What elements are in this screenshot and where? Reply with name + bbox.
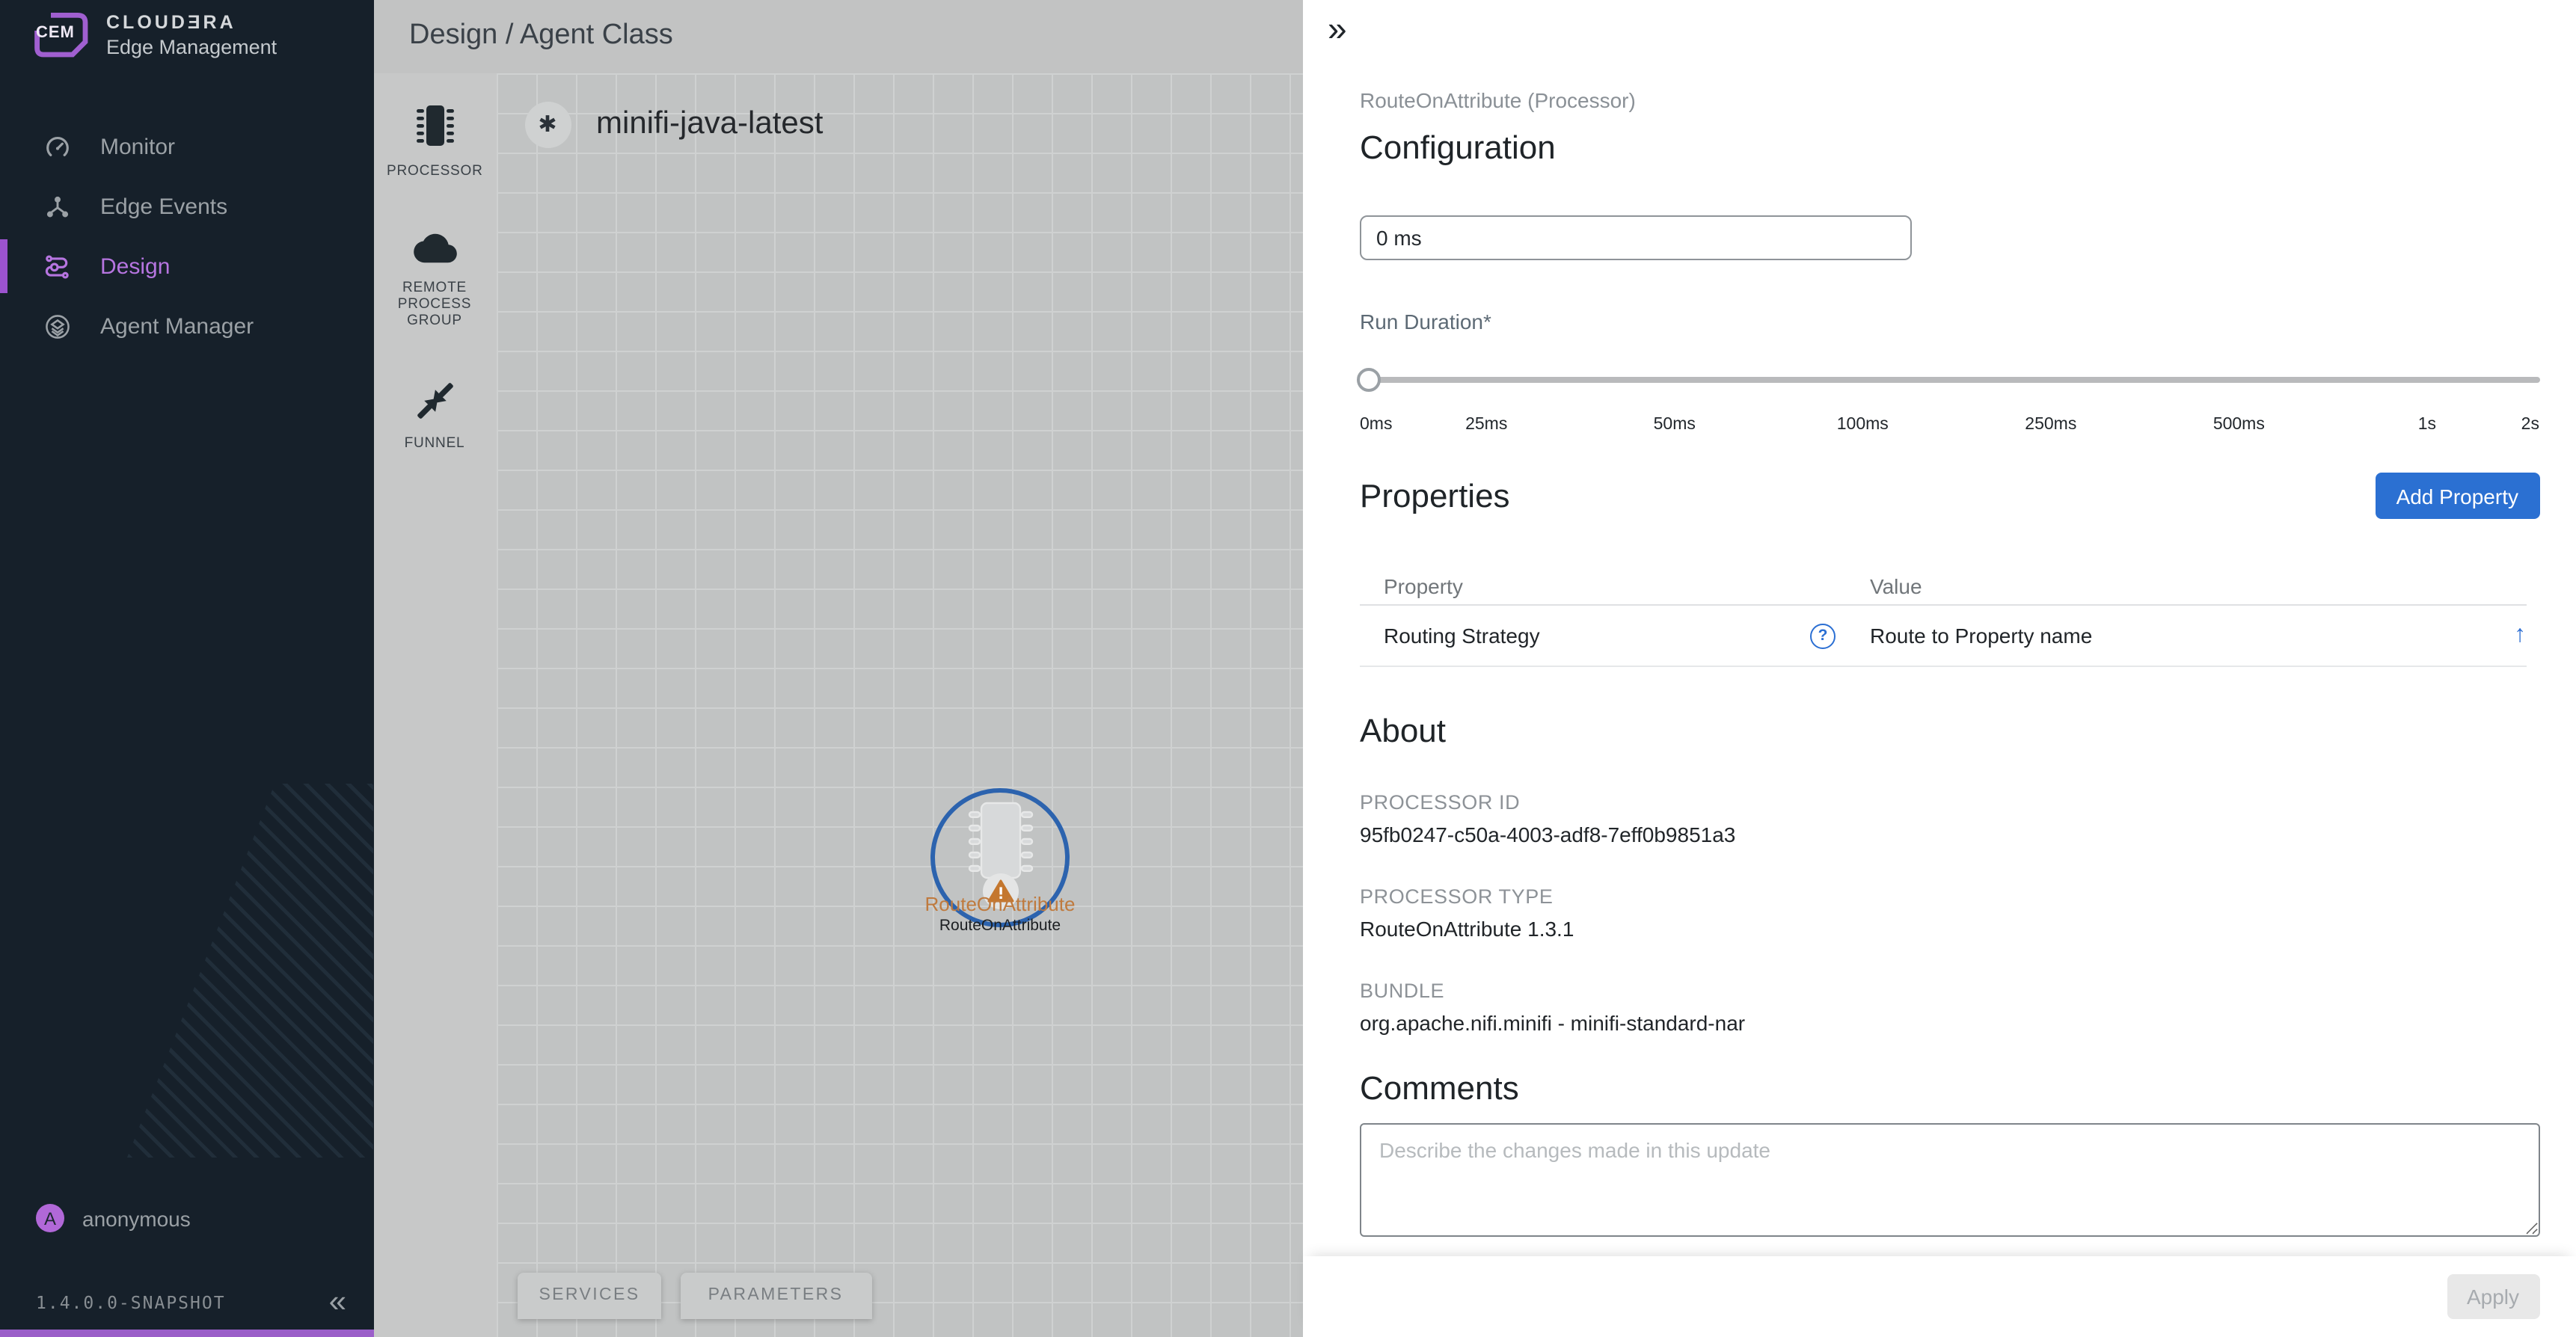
column-header-value: Value xyxy=(1846,574,2475,597)
about-field-processor-id: PROCESSOR ID 95fb0247-c50a-4003-adf8-7ef… xyxy=(1360,790,2539,848)
run-duration-label: Run Duration* xyxy=(1360,308,2539,335)
move-up-icon[interactable]: ↑ xyxy=(2475,622,2526,649)
properties-table-header: Property Value xyxy=(1360,567,2526,606)
field-label: PROCESSOR ID xyxy=(1360,790,2539,815)
avatar: A xyxy=(36,1204,64,1232)
field-value: org.apache.nifi.minifi - minifi-standard… xyxy=(1360,1009,2539,1036)
active-indicator-bar xyxy=(0,239,7,293)
field-label: BUNDLE xyxy=(1360,978,2539,1003)
sidebar-item-label: Design xyxy=(100,253,170,279)
toolbar-item-remote-process-group[interactable]: REMOTE PROCESS GROUP xyxy=(373,230,496,328)
slider-knob[interactable] xyxy=(1357,368,1381,392)
app-logo: CEM CLOUDƎRA Edge Management xyxy=(33,12,277,58)
tick-label: 1s xyxy=(2333,413,2521,437)
about-heading: About xyxy=(1360,709,2539,754)
toolbar-item-funnel[interactable]: FUNNEL xyxy=(373,379,496,451)
toolbar-item-processor[interactable]: PROCESSOR xyxy=(373,101,496,179)
comments-heading: Comments xyxy=(1360,1066,2539,1111)
add-property-button[interactable]: Add Property xyxy=(2376,473,2539,519)
tab-parameters[interactable]: PARAMETERS xyxy=(680,1272,871,1318)
tab-services[interactable]: SERVICES xyxy=(518,1272,661,1318)
node-name-label: RouteOnAttribute xyxy=(895,916,1105,934)
toolbar-item-label: REMOTE PROCESS GROUP xyxy=(387,279,482,328)
about-field-processor-type: PROCESSOR TYPE RouteOnAttribute 1.3.1 xyxy=(1360,884,2539,942)
property-name-cell: Routing Strategy xyxy=(1360,624,1810,648)
brand-name: CLOUDƎRA xyxy=(106,12,277,33)
about-field-bundle: BUNDLE org.apache.nifi.minifi - minifi-s… xyxy=(1360,978,2539,1036)
sidebar-item-monitor[interactable]: Monitor xyxy=(0,117,373,176)
table-row[interactable]: Routing Strategy ? Route to Property nam… xyxy=(1360,606,2526,667)
slider-track[interactable] xyxy=(1360,377,2539,383)
field-label: PROCESSOR TYPE xyxy=(1360,884,2539,909)
sidebar-item-agent-manager[interactable]: Agent Manager xyxy=(0,296,373,356)
sidebar: CEM CLOUDƎRA Edge Management Monitor xyxy=(0,0,373,1337)
run-schedule-input[interactable] xyxy=(1360,215,1912,260)
tick-label: 500ms xyxy=(2145,413,2334,437)
tick-label: 2s xyxy=(2521,413,2539,437)
tick-label: 50ms xyxy=(1580,413,1769,437)
toolbar-item-label: FUNNEL xyxy=(387,434,482,451)
node-type-label: RouteOnAttribute xyxy=(895,892,1105,915)
sidebar-item-label: Monitor xyxy=(100,134,175,159)
user-name: anonymous xyxy=(82,1206,191,1230)
flow-title: minifi-java-latest xyxy=(596,106,823,142)
apply-button[interactable]: Apply xyxy=(2447,1274,2539,1319)
tick-label: 100ms xyxy=(1769,413,1957,437)
cloud-icon xyxy=(373,230,496,273)
processor-icon xyxy=(373,101,496,156)
design-icon xyxy=(43,252,72,280)
field-value: 95fb0247-c50a-4003-adf8-7eff0b9851a3 xyxy=(1360,821,2539,848)
funnel-icon xyxy=(373,379,496,428)
configuration-heading: Configuration xyxy=(1360,126,2539,170)
column-header-property: Property xyxy=(1360,574,1810,597)
panel-footer: Apply xyxy=(1302,1256,2576,1337)
app-window: CEM CLOUDƎRA Edge Management Monitor xyxy=(0,0,2576,1337)
property-value-cell[interactable]: Route to Property name xyxy=(1846,624,2475,648)
sidebar-item-edge-events[interactable]: Edge Events xyxy=(0,176,373,236)
cem-logo-text: CEM xyxy=(36,24,75,42)
edge-events-icon xyxy=(43,192,72,221)
sidebar-item-design[interactable]: Design xyxy=(0,236,373,296)
sidebar-item-label: Agent Manager xyxy=(100,313,254,339)
tick-label: 250ms xyxy=(1957,413,2145,437)
configuration-panel: » RouteOnAttribute (Processor) Configura… xyxy=(1302,0,2576,1337)
agent-manager-icon xyxy=(43,312,72,340)
help-icon[interactable]: ? xyxy=(1810,623,1836,648)
cem-logo-icon: CEM xyxy=(33,12,90,58)
toolbar-item-label: PROCESSOR xyxy=(387,162,482,179)
sidebar-stripe-decoration xyxy=(127,784,373,1158)
sidebar-collapse-icon[interactable]: « xyxy=(329,1289,346,1316)
sidebar-item-label: Edge Events xyxy=(100,194,227,219)
version-label: 1.4.0.0-SNAPSHOT xyxy=(36,1292,226,1313)
flow-canvas[interactable]: ✱ minifi-java-latest xyxy=(496,73,1302,1337)
flow-status-badge[interactable]: ✱ xyxy=(524,101,571,147)
properties-table: Property Value Routing Strategy ? Route … xyxy=(1360,567,2526,667)
brand-product: Edge Management xyxy=(106,36,277,58)
breadcrumb: Design / Agent Class xyxy=(409,20,673,53)
component-toolbar: PROCESSOR REMOTE PROCESS GROUP xyxy=(373,73,496,1337)
tick-label: 0ms xyxy=(1360,413,1392,437)
sidebar-nav: Monitor Edge Events xyxy=(0,117,373,356)
panel-subtitle: RouteOnAttribute (Processor) xyxy=(1360,87,2539,114)
slider-tick-labels: 0ms 25ms 50ms 100ms 250ms 500ms 1s 2s xyxy=(1360,413,2539,437)
processor-node-route-on-attribute[interactable]: RouteOnAttribute RouteOnAttribute xyxy=(895,787,1105,934)
properties-heading: Properties xyxy=(1360,473,1510,518)
tick-label: 25ms xyxy=(1392,413,1580,437)
run-duration-slider[interactable] xyxy=(1360,368,2539,392)
page-header: Design / Agent Class xyxy=(373,0,1302,73)
comments-textarea[interactable] xyxy=(1360,1123,2539,1237)
user-account[interactable]: A anonymous xyxy=(36,1204,191,1232)
sidebar-accent-strip xyxy=(0,1330,373,1337)
field-value: RouteOnAttribute 1.3.1 xyxy=(1360,915,2539,942)
gauge-icon xyxy=(43,132,72,161)
